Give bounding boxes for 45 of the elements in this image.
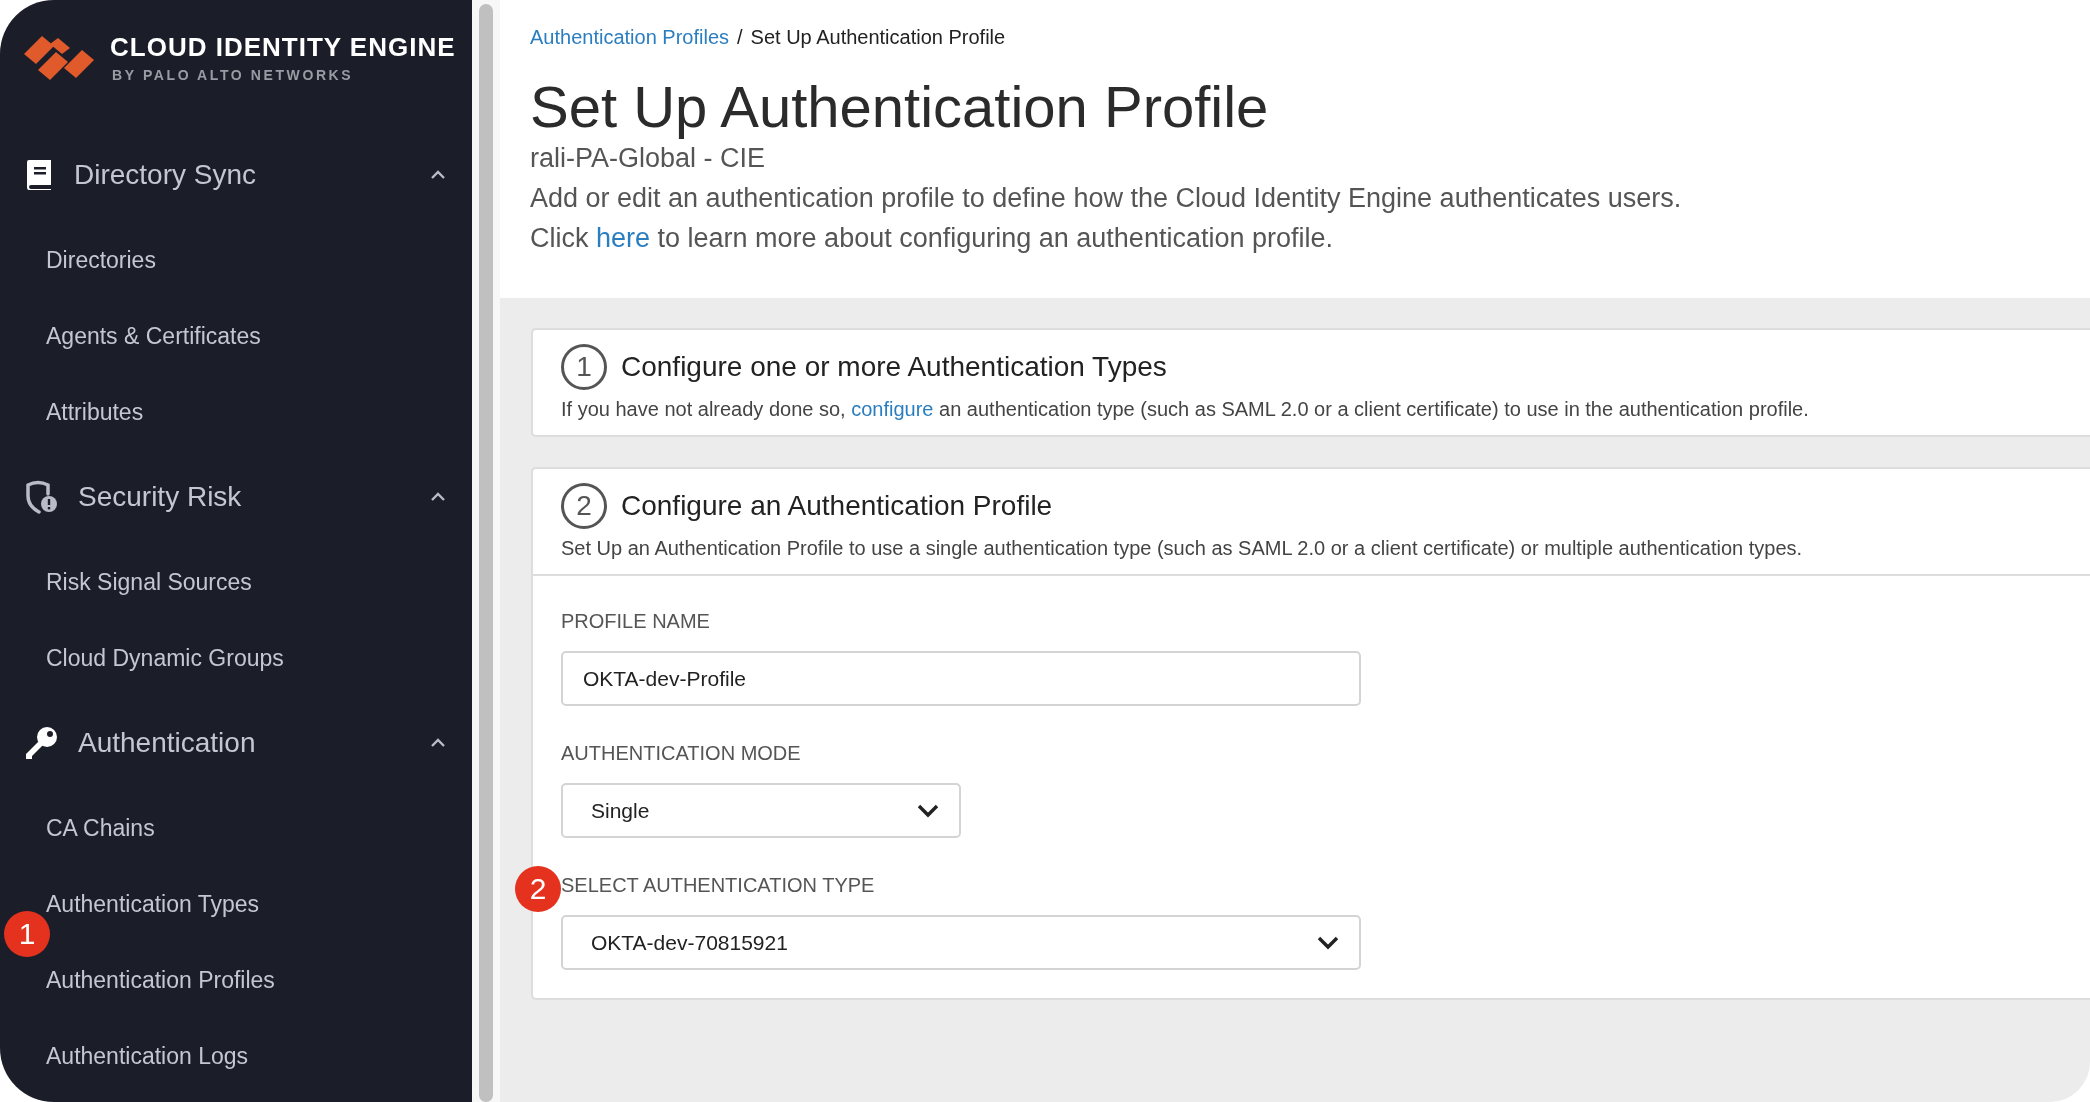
- breadcrumb-separator: /: [737, 26, 743, 49]
- book-icon: [24, 159, 54, 191]
- nav-section-title[interactable]: Directory Sync: [74, 159, 430, 191]
- chevron-down-icon: [917, 803, 939, 818]
- chevron-up-icon[interactable]: [430, 170, 446, 180]
- number-marker: 2: [515, 866, 561, 912]
- step-title: Configure one or more Authentication Types: [621, 351, 1167, 383]
- text-field[interactable]: OKTA-dev-Profile: [561, 651, 1361, 706]
- step-title: Configure an Authentication Profile: [621, 490, 1053, 522]
- brand-name: CLOUD IDENTITY ENGINE: [110, 31, 456, 63]
- nav-item[interactable]: Authentication Logs: [46, 1042, 249, 1070]
- help-text: Click here to learn more about configuring an authentication profile.: [530, 222, 1334, 254]
- key-icon: [24, 726, 58, 760]
- step-description: If you have not already done so, configure an authentication type (such as SAML 2.0 or a client certificate) to use in the authentication profile.: [561, 398, 1810, 421]
- dropdown[interactable]: OKTA-dev-70815921: [561, 915, 1361, 970]
- nav-item[interactable]: Cloud Dynamic Groups: [46, 644, 284, 672]
- page-title: Set Up Authentication Profile: [530, 75, 1270, 139]
- nav-item[interactable]: Directories: [46, 246, 156, 274]
- number-marker: 1: [4, 911, 50, 957]
- step-number: 1: [561, 344, 607, 390]
- nav-item[interactable]: Risk Signal Sources: [46, 568, 252, 596]
- field-label: AUTHENTICATION MODE: [561, 742, 801, 764]
- chevron-up-icon[interactable]: [430, 738, 446, 748]
- field-label: SELECT AUTHENTICATION TYPE: [561, 874, 875, 896]
- scrollbar[interactable]: [472, 0, 500, 1102]
- nav-section-title[interactable]: Security Risk: [78, 481, 430, 513]
- configure-link[interactable]: configure: [851, 398, 934, 420]
- step-number: 2: [561, 483, 607, 529]
- breadcrumb-link[interactable]: Authentication Profiles: [530, 26, 729, 49]
- nav-section-title[interactable]: Authentication: [78, 727, 430, 759]
- page-subtitle: rali-PA-Global - CIE: [530, 142, 767, 174]
- nav-item[interactable]: Authentication Profiles: [46, 966, 275, 994]
- breadcrumb-current: Set Up Authentication Profile: [750, 26, 1006, 49]
- nav-item[interactable]: Agents & Certificates: [46, 322, 261, 350]
- page-description: Add or edit an authentication profile to define how the Cloud Identity Engine authenticates users.: [530, 182, 1683, 214]
- field-label: PROFILE NAME: [561, 610, 710, 632]
- chevron-down-icon: [1317, 935, 1339, 950]
- nav-item[interactable]: CA Chains: [46, 814, 155, 842]
- brand-tagline: BY PALO ALTO NETWORKS: [111, 66, 355, 83]
- chevron-up-icon[interactable]: [430, 492, 446, 502]
- shield-alert-icon: [24, 480, 58, 514]
- dropdown[interactable]: Single: [561, 783, 961, 838]
- step-description: Set Up an Authentication Profile to use a single authentication type (such as SAML 2.0 or a client certificate) or multiple authentication types.: [561, 537, 1804, 560]
- help-link[interactable]: here: [596, 222, 651, 253]
- nav-item[interactable]: Attributes: [46, 398, 144, 426]
